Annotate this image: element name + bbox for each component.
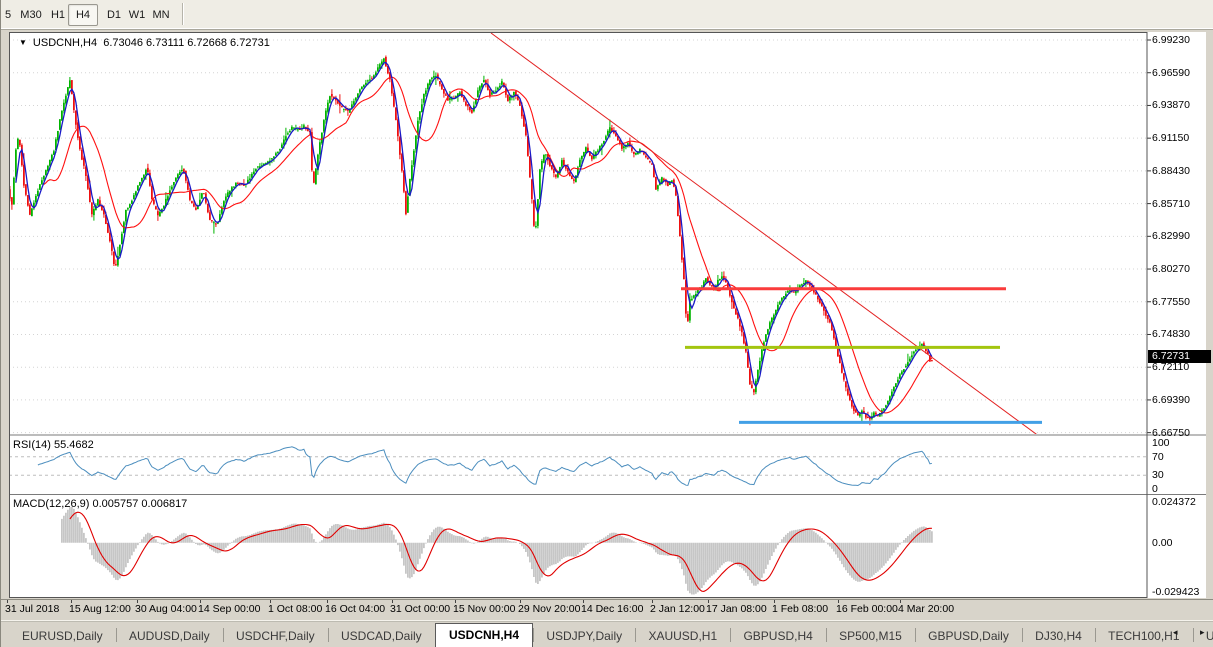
chart-tab-xauusd-h1[interactable]: XAUUSD,H1 bbox=[635, 625, 730, 647]
time-axis: 31 Jul 2018 15 Aug 12:00 30 Aug 04:0014 Se… bbox=[1, 599, 1213, 619]
macd-values: 0.005757 0.006817 bbox=[92, 498, 187, 510]
chart-tab-usdcnh-h4[interactable]: USDCNH,H4 bbox=[435, 623, 533, 647]
time-axis-label: 15 Nov 00:00 bbox=[453, 603, 515, 615]
rsi-indicator-label: RSI(14) 55.4682 bbox=[13, 439, 94, 451]
time-axis-label: 15 Aug 12:00 bbox=[69, 603, 131, 615]
chart-header: ▼ USDCNH,H4 6.73046 6.73111 6.72668 6.727… bbox=[19, 37, 270, 49]
rsi-value: 55.4682 bbox=[54, 439, 94, 451]
tab-scroll-left-icon[interactable]: ◂ bbox=[1173, 627, 1178, 638]
chart-tab-bar: EURUSD,DailyAUDUSD,DailyUSDCHF,DailyUSDC… bbox=[1, 620, 1213, 647]
macd-axis-label: -0.029423 bbox=[1152, 586, 1199, 598]
timeframe-button-h4[interactable]: H4 bbox=[68, 4, 98, 26]
timeframe-toolbar: 5 M30 H1 H4 D1 W1 MN bbox=[1, 0, 1213, 30]
tab-scroll-right-icon[interactable]: ▸ bbox=[1200, 627, 1205, 638]
macd-axis-label: 0.024372 bbox=[1152, 496, 1196, 508]
chart-symbol-label: USDCNH,H4 bbox=[33, 37, 97, 49]
macd-indicator-label: MACD(12,26,9) 0.005757 0.006817 bbox=[13, 498, 187, 510]
chart-tab-gbpusd-h4[interactable]: GBPUSD,H4 bbox=[730, 625, 825, 647]
price-axis-label: 6.74830 bbox=[1152, 328, 1190, 340]
price-axis-label: 6.77550 bbox=[1152, 296, 1190, 308]
price-axis-label: 6.96590 bbox=[1152, 67, 1190, 79]
chart-tab-usdchf-daily[interactable]: USDCHF,Daily bbox=[223, 625, 328, 647]
timeframe-button-m15-partial[interactable]: 5 bbox=[1, 4, 15, 26]
time-axis-label: 29 Nov 20:00 bbox=[518, 603, 580, 615]
toolbar-separator bbox=[182, 3, 183, 25]
time-axis-label: 30 Aug 04:00 bbox=[135, 603, 197, 615]
price-chart-canvas[interactable] bbox=[9, 32, 1206, 598]
time-axis-label: 14 Dec 16:00 bbox=[581, 603, 643, 615]
time-axis-label: 16 Oct 04:00 bbox=[325, 603, 385, 615]
macd-axis-label: 0.00 bbox=[1152, 537, 1172, 549]
time-axis-label: 31 Jul 2018 bbox=[5, 603, 59, 615]
trading-platform-window: 5 M30 H1 H4 D1 W1 MN ▼ USDCNH,H4 6.73046 … bbox=[0, 0, 1213, 647]
timeframe-button-mn[interactable]: MN bbox=[147, 4, 175, 26]
chart-tab-usdcad-daily[interactable]: USDCAD,Daily bbox=[328, 625, 435, 647]
chart-tab-sp500-m15[interactable]: SP500,M15 bbox=[826, 625, 915, 647]
timeframe-button-m30[interactable]: M30 bbox=[15, 4, 47, 26]
symbol-dropdown-icon[interactable]: ▼ bbox=[19, 38, 27, 47]
price-axis-label: 6.82990 bbox=[1152, 230, 1190, 242]
price-axis-label: 6.91150 bbox=[1152, 132, 1189, 144]
chart-ohlc-values: 6.73046 6.73111 6.72668 6.72731 bbox=[103, 37, 270, 49]
chart-tab-gbpusd-daily[interactable]: GBPUSD,Daily bbox=[915, 625, 1022, 647]
time-axis-label: 2 Jan 12:00 bbox=[650, 603, 705, 615]
price-axis-label: 6.88430 bbox=[1152, 165, 1190, 177]
time-axis-label: 16 Feb 00:00 bbox=[836, 603, 898, 615]
chart-tab-audusd-daily[interactable]: AUDUSD,Daily bbox=[116, 625, 223, 647]
price-axis-label: 6.99230 bbox=[1152, 34, 1190, 46]
price-axis-label: 6.72110 bbox=[1152, 361, 1189, 373]
rsi-axis-label: 30 bbox=[1152, 469, 1164, 481]
chart-tab-dj30-h4[interactable]: DJ30,H4 bbox=[1022, 625, 1095, 647]
time-axis-label: 1 Oct 08:00 bbox=[268, 603, 322, 615]
rsi-axis-label: 70 bbox=[1152, 451, 1164, 463]
time-axis-label: 14 Sep 00:00 bbox=[198, 603, 260, 615]
time-axis-label: 31 Oct 00:00 bbox=[390, 603, 450, 615]
time-axis-label: 1 Feb 08:00 bbox=[772, 603, 828, 615]
price-axis-label: 6.80270 bbox=[1152, 263, 1190, 275]
price-axis-label: 6.93870 bbox=[1152, 99, 1190, 111]
chart-tab-eurusd-daily[interactable]: EURUSD,Daily bbox=[9, 625, 116, 647]
price-axis-label: 6.85710 bbox=[1152, 198, 1190, 210]
rsi-axis-label: 0 bbox=[1152, 483, 1158, 495]
time-axis-label: 17 Jan 08:00 bbox=[706, 603, 767, 615]
price-axis-label: 6.69390 bbox=[1152, 394, 1190, 406]
rsi-axis-label: 100 bbox=[1152, 437, 1170, 449]
chart-tab-usdjpy-daily[interactable]: USDJPY,Daily bbox=[533, 625, 635, 647]
time-axis-label: 4 Mar 20:00 bbox=[898, 603, 954, 615]
